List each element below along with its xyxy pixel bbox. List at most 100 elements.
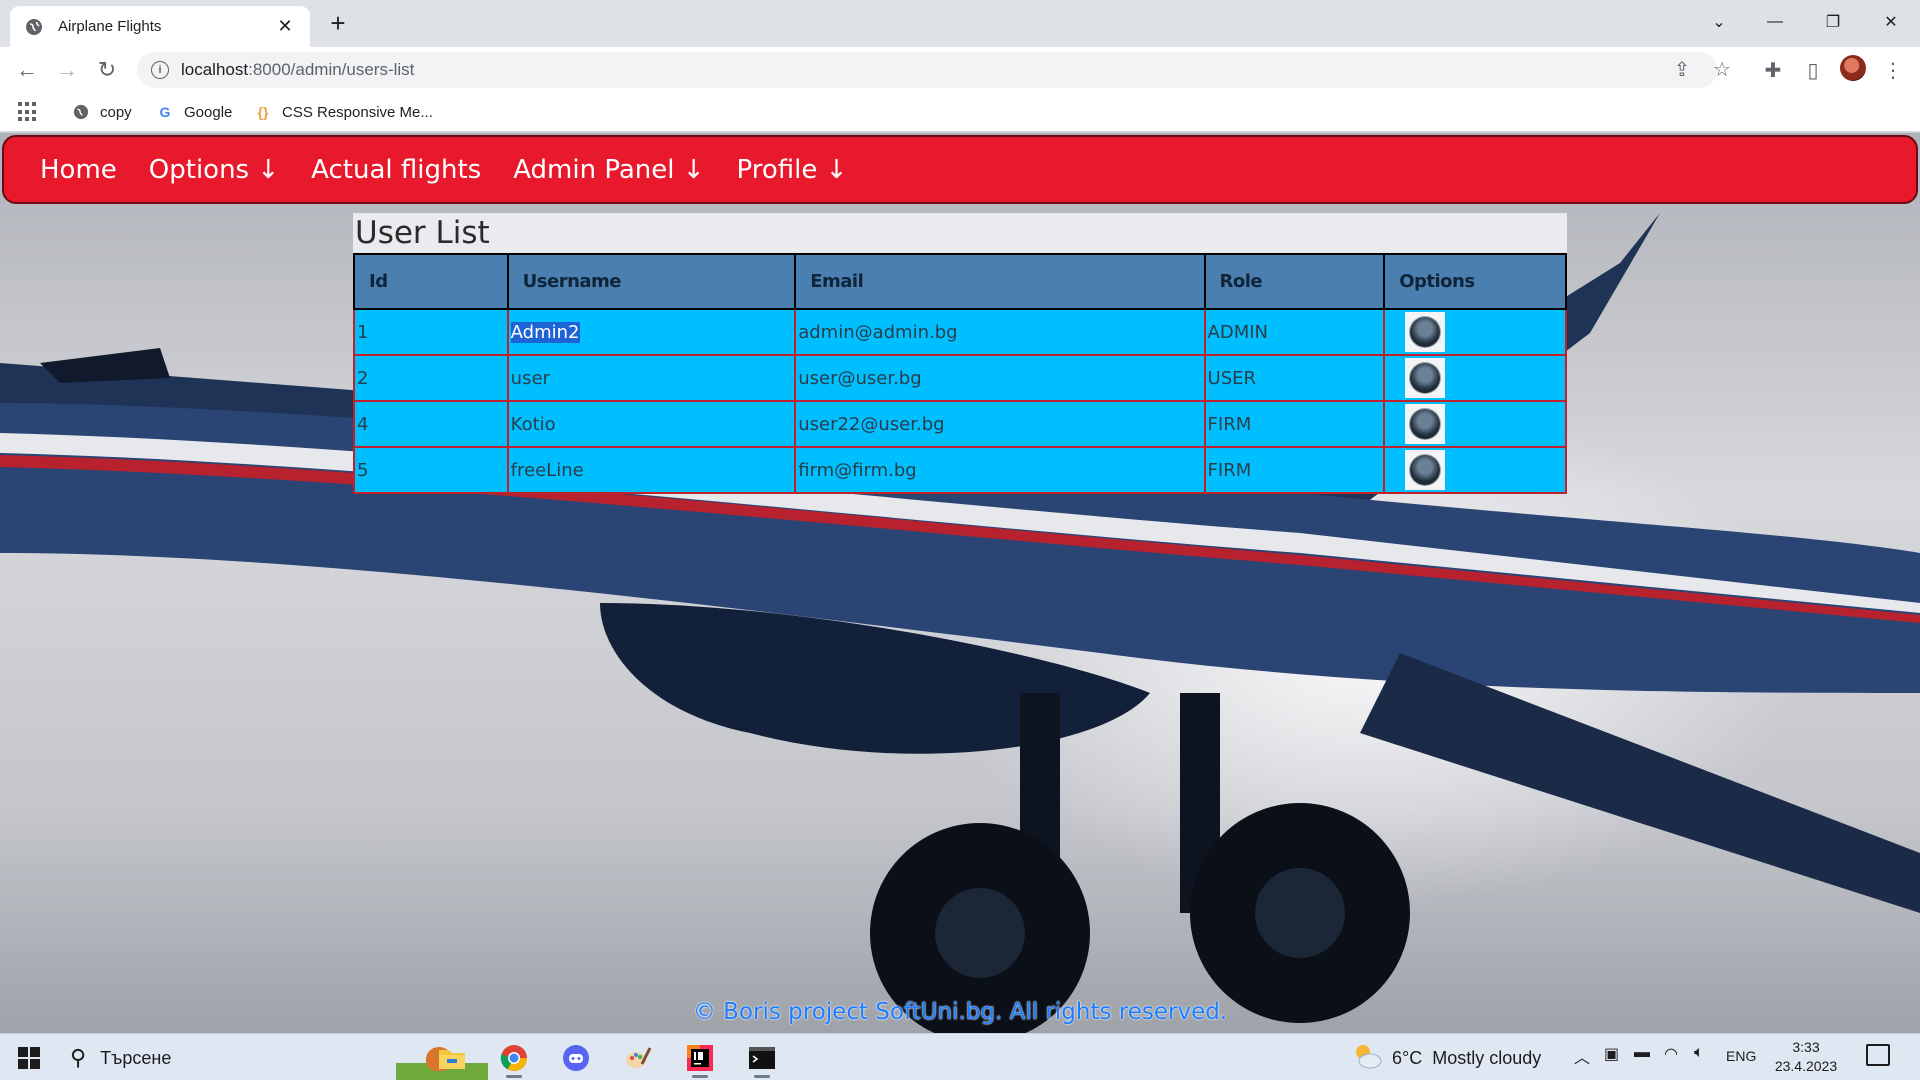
- cell-role: ADMIN: [1203, 308, 1386, 356]
- taskbar-clock[interactable]: 3:33 23.4.2023 г.: [1770, 1038, 1842, 1080]
- table-row: 5 freeLine firm@firm.bg FIRM: [353, 446, 1567, 494]
- file-explorer-icon[interactable]: [432, 1038, 472, 1078]
- cell-options: [1383, 446, 1567, 494]
- bookmark-copy[interactable]: copy: [72, 100, 132, 124]
- selected-username-text: Admin2: [510, 321, 580, 343]
- cell-options: [1383, 308, 1567, 356]
- menu-kebab-icon[interactable]: ⋮: [1878, 55, 1908, 85]
- cell-id: 1: [353, 308, 509, 356]
- tab-close-icon[interactable]: ✕: [274, 16, 296, 37]
- page-title: User List: [353, 213, 1567, 253]
- notifications-icon[interactable]: [1866, 1044, 1890, 1066]
- back-button[interactable]: ←: [12, 55, 42, 85]
- cell-email: user22@user.bg: [794, 400, 1206, 448]
- cell-email: firm@firm.bg: [794, 446, 1206, 494]
- column-header-username: Username: [506, 253, 797, 310]
- show-hidden-icons-icon[interactable]: ︿: [1574, 1044, 1590, 1068]
- column-header-options: Options: [1383, 253, 1567, 310]
- table-row: 4 Kotio user22@user.bg FIRM: [353, 400, 1567, 448]
- browser-toolbar: ← → ↻ i localhost:8000/admin/users-list …: [0, 47, 1920, 92]
- battery-icon[interactable]: ▬: [1634, 1044, 1650, 1062]
- weather-widget[interactable]: 6°C Mostly cloudy: [1352, 1040, 1541, 1076]
- clock-time: 3:33: [1792, 1039, 1820, 1055]
- users-table: Id Username Email Role Options 1 Admin2 …: [353, 253, 1567, 494]
- close-window-button[interactable]: ✕: [1868, 6, 1914, 38]
- restore-button[interactable]: ❐: [1810, 6, 1856, 38]
- site-info-icon[interactable]: i: [151, 61, 169, 79]
- cell-role: FIRM: [1203, 400, 1386, 448]
- nav-admin-panel-dropdown[interactable]: Admin Panel ↓: [513, 155, 704, 185]
- bookmark-label: Google: [184, 103, 233, 121]
- page-footer: © Boris project SoftUni.bg. All rights r…: [692, 999, 1228, 1025]
- cell-email: user@user.bg: [794, 354, 1206, 402]
- wifi-icon[interactable]: ◠: [1664, 1044, 1678, 1064]
- cell-id: 2: [353, 354, 509, 402]
- minimize-button[interactable]: —: [1752, 6, 1798, 38]
- tab-search-icon[interactable]: ⌄: [1696, 6, 1742, 38]
- globe-icon: [72, 103, 90, 121]
- bookmark-label: CSS Responsive Me...: [282, 103, 433, 121]
- paint-icon[interactable]: [618, 1038, 658, 1078]
- taskbar-search-box[interactable]: ⚲ Търсене: [70, 1040, 488, 1080]
- bookmark-css-responsive[interactable]: {} CSS Responsive Me...: [254, 100, 433, 124]
- globe-icon: [24, 17, 44, 37]
- remove-user-button[interactable]: [1405, 358, 1446, 398]
- extensions-icon[interactable]: ✚: [1758, 55, 1788, 85]
- terminal-icon[interactable]: [742, 1038, 782, 1078]
- nav-options-dropdown[interactable]: Options ↓: [149, 155, 279, 185]
- nav-profile-dropdown[interactable]: Profile ↓: [737, 155, 848, 185]
- cell-role: USER: [1203, 354, 1386, 402]
- remove-user-button[interactable]: [1405, 404, 1446, 444]
- partly-cloudy-icon: [1352, 1043, 1382, 1074]
- profile-avatar[interactable]: [1840, 55, 1866, 81]
- url-host: localhost: [181, 60, 249, 79]
- page-viewport: Home Options ↓ Actual flights Admin Pane…: [0, 133, 1920, 1033]
- remove-user-button[interactable]: [1405, 312, 1446, 352]
- code-braces-icon: {}: [257, 104, 269, 120]
- cell-id: 5: [353, 446, 509, 494]
- discord-icon[interactable]: [556, 1038, 596, 1078]
- bookmark-label: copy: [100, 103, 132, 121]
- intellij-idea-icon[interactable]: [680, 1038, 720, 1078]
- remove-user-button[interactable]: [1405, 450, 1446, 490]
- table-row: 2 user user@user.bg USER: [353, 354, 1567, 402]
- cell-username: freeLine: [506, 446, 797, 494]
- windows-start-icon[interactable]: [18, 1047, 40, 1069]
- cell-username: Kotio: [506, 400, 797, 448]
- browser-tab[interactable]: Airplane Flights ✕: [10, 6, 310, 47]
- nav-home[interactable]: Home: [40, 155, 117, 185]
- address-bar[interactable]: i localhost:8000/admin/users-list: [137, 52, 1717, 88]
- search-icon: ⚲: [70, 1045, 87, 1070]
- meet-now-icon[interactable]: ▣: [1604, 1044, 1619, 1064]
- volume-icon[interactable]: 🔈︎: [1694, 1044, 1704, 1062]
- table-header-row: Id Username Email Role Options: [353, 253, 1567, 310]
- clock-date: 23.4.2023 г.: [1774, 1058, 1838, 1080]
- weather-text: 6°C Mostly cloudy: [1392, 1047, 1542, 1068]
- bookmark-google[interactable]: G Google: [156, 100, 233, 124]
- new-tab-button[interactable]: +: [324, 10, 352, 38]
- nav-actual-flights[interactable]: Actual flights: [311, 155, 481, 185]
- cell-id: 4: [353, 400, 509, 448]
- taskbar-search-placeholder: Търсене: [100, 1047, 172, 1068]
- browser-tab-strip: Airplane Flights ✕ + ⌄ — ❐ ✕: [0, 0, 1920, 47]
- tab-title: Airplane Flights: [58, 18, 162, 35]
- cell-username: user: [506, 354, 797, 402]
- side-panel-icon[interactable]: ▯: [1798, 55, 1828, 85]
- cell-role: FIRM: [1203, 446, 1386, 494]
- cell-options: [1383, 354, 1567, 402]
- input-language[interactable]: ENG: [1726, 1048, 1756, 1064]
- bookmark-star-icon[interactable]: ☆: [1708, 55, 1736, 83]
- url-path: :8000/admin/users-list: [248, 60, 415, 79]
- cell-options: [1383, 400, 1567, 448]
- bookmarks-bar: copy G Google {} CSS Responsive Me...: [0, 92, 1920, 132]
- forward-button[interactable]: →: [52, 55, 82, 85]
- main-navbar: Home Options ↓ Actual flights Admin Pane…: [2, 135, 1918, 204]
- apps-grid-icon[interactable]: [18, 102, 38, 122]
- user-list-panel: User List Id Username Email Role Options…: [353, 213, 1567, 494]
- share-icon[interactable]: ⇪: [1668, 55, 1696, 83]
- reload-button[interactable]: ↻: [92, 55, 122, 85]
- chrome-icon[interactable]: [494, 1038, 534, 1078]
- cell-email: admin@admin.bg: [794, 308, 1206, 356]
- column-header-email: Email: [794, 253, 1206, 310]
- column-header-id: Id: [353, 253, 509, 310]
